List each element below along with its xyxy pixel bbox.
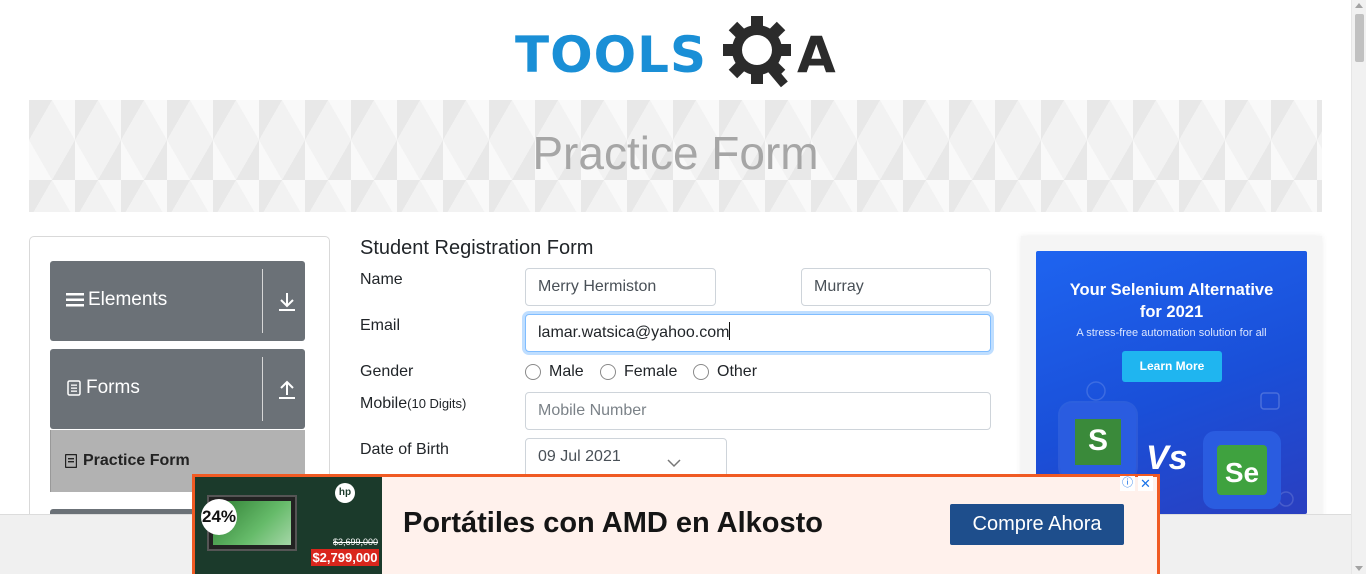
hamburger-icon [66,293,84,307]
scroll-down-arrow-icon[interactable] [1355,566,1363,571]
dob-value: 09 Jul 2021 [538,448,621,465]
page-banner: Practice Form [29,100,1322,212]
gender-radio-other[interactable]: Other [693,363,757,381]
scrollbar-thumb[interactable] [1355,14,1364,62]
ad-info-icon[interactable]: ⓘ [1120,476,1135,491]
radio-label: Other [717,363,758,380]
chevron-down-icon [667,459,681,468]
mobile-placeholder: Mobile Number [538,402,647,419]
dob-input[interactable]: 09 Jul 2021 [525,438,727,478]
old-price: $3,699,000 [333,537,379,547]
sidebar-item-label: Practice Form [83,452,190,469]
gender-radio-male[interactable]: Male [525,363,584,381]
right-ad-headline: Your Selenium Alternative for 2021 [1036,279,1307,323]
sidebar-group-elements-title: Elements [66,289,167,311]
sidebar-group-forms-title: Forms [66,377,140,399]
versus-text: Vs [1146,439,1188,477]
notebook-icon [65,454,77,468]
radio-label: Female [624,363,678,380]
document-icon [67,380,81,396]
vertical-scrollbar[interactable] [1351,0,1366,574]
logo-text: TOOLS [515,26,707,84]
sidebar-divider [262,269,263,333]
sidebar-group-elements[interactable]: Elements [50,261,305,341]
gender-radio-female[interactable]: Female [600,363,677,381]
mobile-label: Mobile(10 Digits) [360,395,466,413]
email-label: Email [360,317,401,334]
first-name-value: Merry Hermiston [538,278,657,295]
email-value: lamar.watsica@yahoo.com [538,324,730,341]
sidebar-divider [262,357,263,421]
first-name-input[interactable]: Merry Hermiston [525,268,716,306]
last-name-value: Murray [814,278,864,295]
radio-circle[interactable] [600,364,616,380]
mobile-input[interactable]: Mobile Number [525,392,991,430]
hp-logo-icon: hp [335,483,355,503]
learn-more-button[interactable]: Learn More [1122,351,1222,382]
page-title: Practice Form [532,127,819,179]
mobile-label-text: Mobile [360,395,408,412]
ad-close-icon[interactable]: ✕ [1138,476,1153,491]
email-input[interactable]: lamar.watsica@yahoo.com [525,314,991,352]
katalon-logo-letter: S [1087,424,1108,457]
sidebar-item-label-wrap: Practice Form [65,452,190,470]
ad-headline: Portátiles con AMD en Alkosto [403,507,824,539]
ad-product-image[interactable]: 24% hp $3,699,000 $2,799,000 [195,477,382,574]
right-ad-headline-line1: Your Selenium Alternative [1069,281,1274,299]
upload-arrow-icon[interactable] [278,379,296,401]
page: TOOLS A Practice Form Elements Forms Pra… [0,0,1366,574]
discount-badge: 24% [201,499,237,535]
right-ad-headline-line2: for 2021 [1139,303,1204,321]
right-ad-subtext: A stress-free automation solution for al… [1076,327,1267,339]
sidebar-group-label: Elements [88,289,168,310]
logo-a-letter: A [797,26,836,84]
gender-label: Gender [360,363,414,380]
katalon-logo-tile: S [1060,403,1136,479]
scroll-up-arrow-icon[interactable] [1355,3,1363,8]
katalon-logo-icon: S [1075,419,1121,465]
radio-label: Male [549,363,584,380]
radio-circle[interactable] [693,364,709,380]
radio-circle[interactable] [525,364,541,380]
compre-ahora-button[interactable]: Compre Ahora [950,504,1124,545]
text-cursor [729,322,731,340]
selenium-logo-letters: Se [1224,457,1260,488]
name-label: Name [360,271,403,288]
dob-label: Date of Birth [360,441,449,458]
sidebar-group-forms[interactable]: Forms [50,349,305,429]
mobile-hint: (10 Digits) [407,396,467,411]
selenium-logo-icon: Se [1217,445,1267,495]
sale-price: $2,799,000 [311,549,379,566]
last-name-input[interactable]: Murray [801,268,991,306]
toolsqa-logo[interactable]: TOOLS A [515,16,840,90]
selenium-logo-tile: Se [1203,431,1281,509]
sidebar-group-label: Forms [86,377,140,398]
form-title: Student Registration Form [360,237,594,259]
download-arrow-icon[interactable] [278,291,296,313]
bottom-ad-banner[interactable]: 24% hp $3,699,000 $2,799,000 Portátiles … [192,474,1160,574]
gear-magnifier-icon [723,16,791,88]
